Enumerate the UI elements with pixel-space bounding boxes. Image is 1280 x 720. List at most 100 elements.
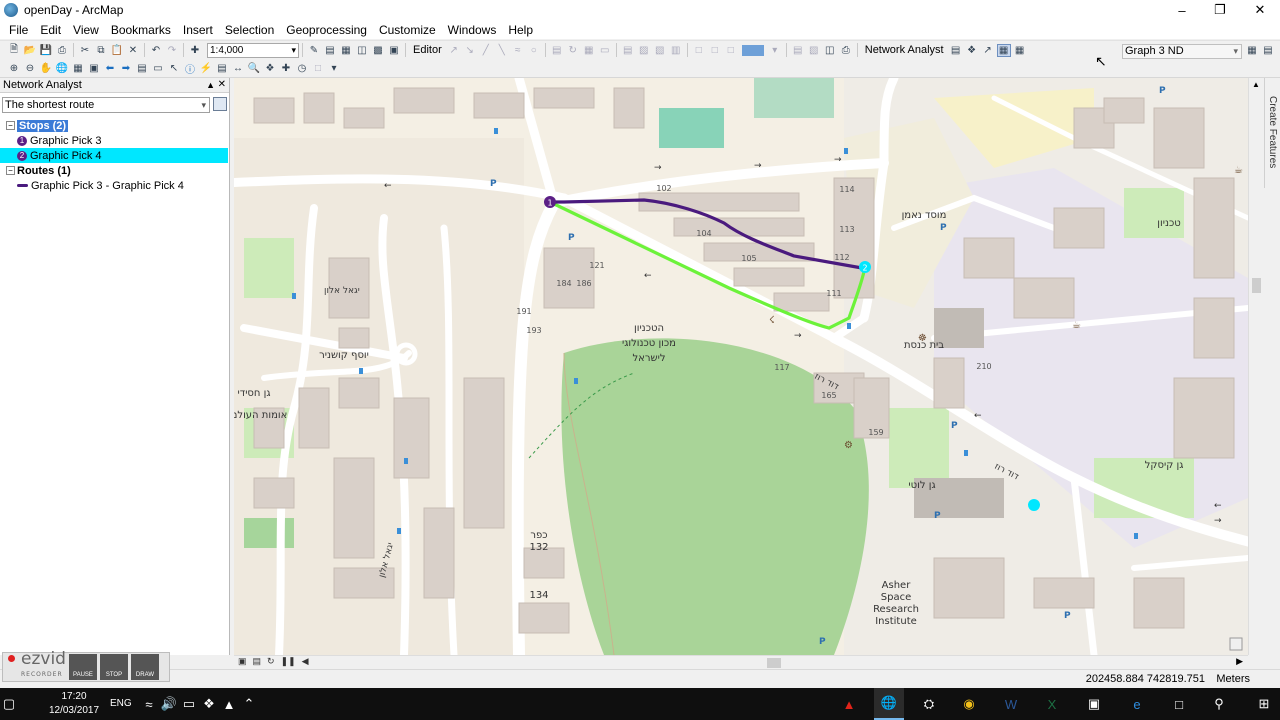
zoom-in-icon[interactable]: ⊕ xyxy=(7,62,21,75)
create-viewer-icon[interactable]: □ xyxy=(311,62,325,75)
graphic-point-marker[interactable] xyxy=(1028,499,1040,511)
georef-icon[interactable]: ▤ xyxy=(621,44,635,57)
arccatalog-icon[interactable]: ⛭ xyxy=(920,695,938,713)
pause-button[interactable]: PAUSE xyxy=(68,654,97,680)
scroll-right-icon[interactable]: ▶ xyxy=(1236,656,1243,667)
pause-drawing-button[interactable]: ❚❚ xyxy=(281,656,296,667)
editor-toolbar-icon[interactable]: ✎ xyxy=(307,44,321,57)
action-center-icon[interactable]: ▢ xyxy=(0,695,18,713)
analysis-layer-select[interactable]: The shortest route xyxy=(2,97,210,113)
spatial-adjust-icon[interactable]: ▥ xyxy=(669,44,683,57)
sketch-properties-icon[interactable]: ▭ xyxy=(598,44,612,57)
route-item[interactable]: Graphic Pick 3 - Graphic Pick 4 xyxy=(0,178,228,193)
volume-icon[interactable]: 🔊 xyxy=(160,695,178,713)
straight-segment-icon[interactable]: ╱ xyxy=(479,44,493,57)
search-icon[interactable]: ⚲ xyxy=(1210,695,1228,713)
menu-customize[interactable]: Customize xyxy=(373,23,442,37)
magnifier-icon[interactable] xyxy=(1229,637,1243,651)
stops-group[interactable]: − Stops (2) xyxy=(0,118,228,133)
menu-file[interactable]: File xyxy=(3,23,34,37)
arctoolbox-icon[interactable]: ▩ xyxy=(371,44,385,57)
menu-windows[interactable]: Windows xyxy=(442,23,503,37)
fixed-zoom-out-icon[interactable]: ▣ xyxy=(87,62,101,75)
pin-icon[interactable]: ▲ xyxy=(206,78,215,92)
create-features-tab[interactable]: Create Features xyxy=(1264,78,1280,188)
edit-tool-icon[interactable]: ↗ xyxy=(447,44,461,57)
data-view-button[interactable]: ▣ xyxy=(238,656,247,667)
clear-selection-icon[interactable]: ▭ xyxy=(151,62,165,75)
menu-insert[interactable]: Insert xyxy=(177,23,219,37)
cut-icon[interactable]: ✂ xyxy=(78,44,92,57)
menu-geoprocessing[interactable]: Geoprocessing xyxy=(280,23,373,37)
copy-icon[interactable]: ⧉ xyxy=(94,44,108,57)
select-features-icon[interactable]: ▤ xyxy=(135,62,149,75)
select-network-location-icon[interactable]: ↗ xyxy=(981,44,995,57)
scroll-thumb[interactable] xyxy=(767,658,781,668)
task-view-icon[interactable]: □ xyxy=(1170,695,1188,713)
goto-xy-icon[interactable]: ✚ xyxy=(279,62,293,75)
editor-menu[interactable]: Editor xyxy=(413,44,442,56)
draw-button[interactable]: DRAW xyxy=(130,654,159,680)
refresh-view-button[interactable]: ↻ xyxy=(267,656,275,667)
battery-icon[interactable]: ▭ xyxy=(180,695,198,713)
menu-help[interactable]: Help xyxy=(502,23,539,37)
wifi-icon[interactable]: ≈ xyxy=(140,695,158,713)
print-icon[interactable]: ⎙ xyxy=(55,44,69,57)
undo-icon[interactable]: ↶ xyxy=(149,44,163,57)
close-panel-icon[interactable]: ✕ xyxy=(218,78,226,92)
topology-icon[interactable]: ▧ xyxy=(653,44,667,57)
directions-icon[interactable]: ▦ xyxy=(1013,44,1027,57)
layout-tool-icon[interactable]: □ xyxy=(692,44,706,57)
identify-icon[interactable]: ⓘ xyxy=(183,62,197,76)
zoom-out-icon[interactable]: ⊖ xyxy=(23,62,37,75)
na-window-icon[interactable]: ▤ xyxy=(949,44,963,57)
solve-icon[interactable]: ▦ xyxy=(996,43,1011,57)
forward-extent-icon[interactable]: ➡ xyxy=(119,62,133,75)
network-dataset-select[interactable]: Graph 3 ND xyxy=(1122,44,1242,59)
html-popup-icon[interactable]: ▤ xyxy=(215,62,229,75)
pan-icon[interactable]: ✋ xyxy=(39,62,53,75)
stop-item[interactable]: 1 Graphic Pick 3 xyxy=(0,133,228,148)
network-analyst-menu[interactable]: Network Analyst xyxy=(865,44,944,56)
split-icon[interactable]: ▤ xyxy=(550,44,564,57)
minimize-icon[interactable]: – xyxy=(1162,0,1202,20)
google-drive-icon[interactable]: ▲ xyxy=(220,695,238,713)
save-icon[interactable]: 💾 xyxy=(39,44,53,57)
menu-edit[interactable]: Edit xyxy=(34,23,67,37)
layout-tool3-icon[interactable]: □ xyxy=(724,44,738,57)
store-icon[interactable]: ▣ xyxy=(1085,695,1103,713)
layout-view-button[interactable]: ▤ xyxy=(253,656,262,667)
collapse-icon[interactable]: − xyxy=(6,121,15,130)
drawing-tool-icon[interactable]: ▾ xyxy=(768,44,782,57)
select-elements-icon[interactable]: ↖ xyxy=(167,62,181,75)
excel-icon[interactable]: X xyxy=(1043,695,1061,713)
collapse-icon[interactable]: − xyxy=(6,166,15,175)
time-slider-icon[interactable]: ◷ xyxy=(295,62,309,75)
edit-vertices-icon[interactable]: ↘ xyxy=(463,44,477,57)
menu-selection[interactable]: Selection xyxy=(219,23,280,37)
data-frame-icon[interactable]: ▤ xyxy=(791,44,805,57)
toolbar-options-icon[interactable]: ▾ xyxy=(327,62,341,75)
data-view-icon[interactable]: ▤ xyxy=(1261,44,1275,57)
system-clock[interactable]: 17:20 12/03/2017 xyxy=(48,690,100,718)
horizontal-scrollbar[interactable]: ▣ ▤ ↻ ❚❚ ◀ ▶ xyxy=(234,655,1248,669)
color-swatch[interactable] xyxy=(741,44,764,56)
routes-group[interactable]: − Routes (1) xyxy=(0,163,228,178)
menu-bookmarks[interactable]: Bookmarks xyxy=(105,23,177,37)
find-route-icon[interactable]: ❖ xyxy=(263,62,277,75)
scroll-thumb[interactable] xyxy=(1252,278,1261,293)
chrome-icon[interactable]: ◉ xyxy=(960,695,978,713)
maximize-icon[interactable]: ❐ xyxy=(1200,0,1240,20)
rotate-icon[interactable]: ↻ xyxy=(566,44,580,57)
arcmap-taskbar-icon[interactable]: 🌐 xyxy=(874,688,904,720)
map-view[interactable]: 1 2 ☸ ☕ ☕ ⚙ ☇ P P P P P P P P P הטכניון … xyxy=(234,78,1248,655)
new-document-icon[interactable]: 🗎 xyxy=(7,44,21,57)
edge-icon[interactable]: e xyxy=(1128,695,1146,713)
word-icon[interactable]: W xyxy=(1002,695,1020,713)
create-network-location-icon[interactable]: ❖ xyxy=(965,44,979,57)
show-hidden-icons[interactable]: ⌃ xyxy=(240,695,258,713)
redo-icon[interactable]: ↷ xyxy=(165,44,179,57)
full-extent-icon[interactable]: 🌐 xyxy=(55,62,69,75)
dropbox-icon[interactable]: ❖ xyxy=(200,695,218,713)
open-icon[interactable]: 📂 xyxy=(23,44,37,57)
